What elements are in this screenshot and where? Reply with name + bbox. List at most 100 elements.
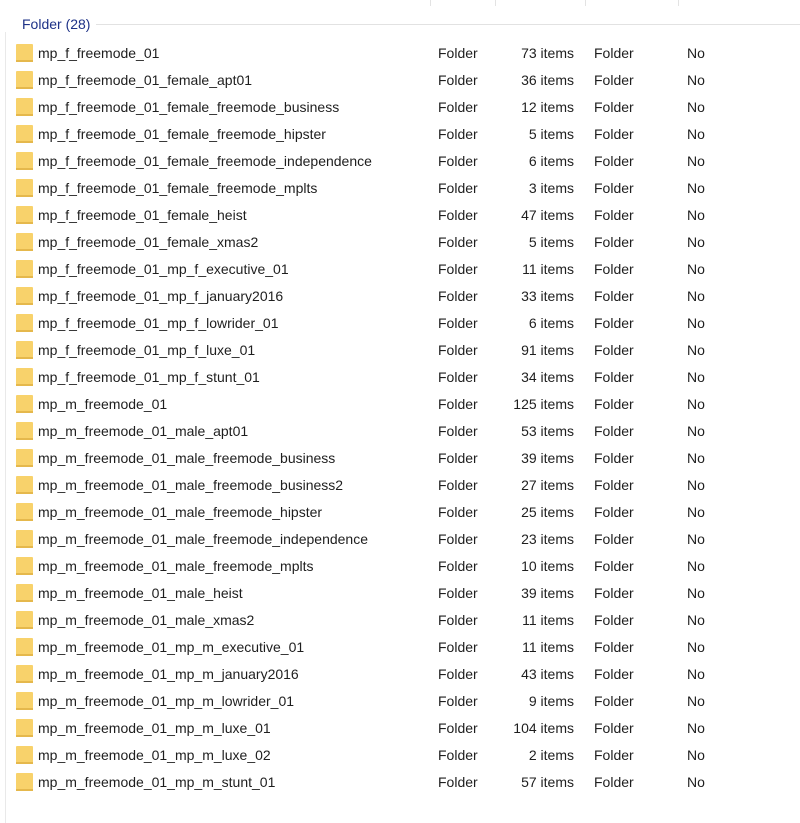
file-kind: Folder (594, 315, 634, 331)
file-type: Folder (438, 99, 478, 115)
file-flag: No (687, 369, 705, 385)
file-flag: No (687, 207, 705, 223)
file-size: 34 items (521, 369, 574, 385)
file-row[interactable]: mp_m_freemode_01_mp_m_stunt_01 Folder 57 i… (0, 769, 800, 796)
file-name: mp_m_freemode_01_mp_m_luxe_01 (38, 720, 271, 736)
file-name: mp_m_freemode_01_male_xmas2 (38, 612, 255, 628)
file-name: mp_f_freemode_01_mp_f_executive_01 (38, 261, 289, 277)
file-row[interactable]: mp_f_freemode_01_female_freemode_indepen… (0, 148, 800, 175)
file-kind: Folder (594, 720, 634, 736)
file-name: mp_f_freemode_01_female_heist (38, 207, 247, 223)
file-name: mp_f_freemode_01_mp_f_january2016 (38, 288, 284, 304)
file-row[interactable]: mp_m_freemode_01_male_xmas2 Folder 11 item… (0, 607, 800, 634)
file-flag: No (687, 45, 705, 61)
file-flag: No (687, 72, 705, 88)
folder-icon (16, 503, 33, 521)
file-row[interactable]: mp_m_freemode_01_male_freemode_independe… (0, 526, 800, 553)
file-size: 125 items (513, 396, 574, 412)
file-row[interactable]: mp_m_freemode_01_mp_m_luxe_01 Folder 104 i… (0, 715, 800, 742)
file-row[interactable]: mp_m_freemode_01_mp_m_executive_01 Folder… (0, 634, 800, 661)
file-row[interactable]: mp_m_freemode_01_male_freemode_hipster Fo… (0, 499, 800, 526)
file-row[interactable]: mp_f_freemode_01_female_apt01 Folder 36 it… (0, 67, 800, 94)
file-row[interactable]: mp_m_freemode_01_mp_m_january2016 Folder 4… (0, 661, 800, 688)
file-row[interactable]: mp_m_freemode_01_male_apt01 Folder 53 item… (0, 418, 800, 445)
file-row[interactable]: mp_m_freemode_01_male_freemode_business2… (0, 472, 800, 499)
file-name: mp_f_freemode_01_female_freemode_mplts (38, 180, 318, 196)
file-type: Folder (438, 504, 478, 520)
file-flag: No (687, 693, 705, 709)
file-size: 3 items (528, 180, 574, 196)
file-row[interactable]: mp_f_freemode_01_mp_f_stunt_01 Folder 34 i… (0, 364, 800, 391)
folder-icon (16, 665, 33, 683)
file-name: mp_m_freemode_01_male_freemode_business2 (38, 477, 344, 493)
file-type: Folder (438, 477, 478, 493)
file-row[interactable]: mp_f_freemode_01_mp_f_executive_01 Folder… (0, 256, 800, 283)
file-kind: Folder (594, 207, 634, 223)
column-divider[interactable] (495, 0, 496, 6)
group-header-folder[interactable]: Folder (28) (0, 13, 800, 35)
file-flag: No (687, 558, 705, 574)
file-size: 11 items (522, 639, 574, 655)
file-type: Folder (438, 369, 478, 385)
file-row[interactable]: mp_m_freemode_01_mp_m_lowrider_01 Folder 9… (0, 688, 800, 715)
folder-icon (16, 341, 33, 359)
file-kind: Folder (594, 396, 634, 412)
file-row[interactable]: mp_f_freemode_01_mp_f_lowrider_01 Folder 6… (0, 310, 800, 337)
file-name: mp_f_freemode_01_mp_f_lowrider_01 (38, 315, 279, 331)
column-divider[interactable] (430, 0, 431, 6)
file-type: Folder (438, 666, 478, 682)
file-row[interactable]: mp_f_freemode_01 Folder 73 items Folder No (0, 40, 800, 67)
file-row[interactable]: mp_f_freemode_01_female_freemode_mplts Fo… (0, 175, 800, 202)
folder-icon (16, 233, 33, 251)
file-row[interactable]: mp_m_freemode_01_mp_m_luxe_02 Folder 2 ite… (0, 742, 800, 769)
folder-icon (16, 719, 33, 737)
file-type: Folder (438, 531, 478, 547)
file-row[interactable]: mp_m_freemode_01_male_freemode_business F… (0, 445, 800, 472)
folder-icon (16, 368, 33, 386)
file-name: mp_f_freemode_01 (38, 45, 160, 61)
column-divider[interactable] (585, 0, 586, 6)
file-type: Folder (438, 720, 478, 736)
file-row[interactable]: mp_f_freemode_01_female_freemode_hipster… (0, 121, 800, 148)
file-flag: No (687, 585, 705, 601)
group-title[interactable]: Folder (28) (22, 16, 90, 32)
file-flag: No (687, 288, 705, 304)
file-size: 5 items (528, 234, 574, 250)
file-kind: Folder (594, 261, 634, 277)
file-kind: Folder (594, 45, 634, 61)
folder-icon (16, 260, 33, 278)
file-row[interactable]: mp_f_freemode_01_mp_f_luxe_01 Folder 91 it… (0, 337, 800, 364)
file-row[interactable]: mp_f_freemode_01_mp_f_january2016 Folder 3… (0, 283, 800, 310)
file-name: mp_f_freemode_01_female_freemode_indepen… (38, 153, 372, 169)
folder-icon (16, 125, 33, 143)
file-size: 23 items (521, 531, 574, 547)
file-name: mp_m_freemode_01_male_freemode_independe… (38, 531, 369, 547)
file-type: Folder (438, 585, 478, 601)
file-type: Folder (438, 693, 478, 709)
file-flag: No (687, 315, 705, 331)
file-row[interactable]: mp_m_freemode_01_male_freemode_mplts Fold… (0, 553, 800, 580)
file-name: mp_m_freemode_01_male_freemode_hipster (38, 504, 323, 520)
file-flag: No (687, 666, 705, 682)
file-kind: Folder (594, 342, 634, 358)
file-row[interactable]: mp_f_freemode_01_female_xmas2 Folder 5 ite… (0, 229, 800, 256)
file-kind: Folder (594, 288, 634, 304)
file-type: Folder (438, 639, 478, 655)
folder-icon (16, 44, 33, 62)
column-divider[interactable] (678, 0, 679, 6)
file-kind: Folder (594, 126, 634, 142)
folder-icon (16, 476, 33, 494)
file-size: 39 items (521, 585, 574, 601)
file-name: mp_m_freemode_01_male_freemode_mplts (38, 558, 314, 574)
file-kind: Folder (594, 234, 634, 250)
file-size: 57 items (521, 774, 574, 790)
file-name: mp_m_freemode_01_mp_m_stunt_01 (38, 774, 276, 790)
file-row[interactable]: mp_f_freemode_01_female_heist Folder 47 it… (0, 202, 800, 229)
file-row[interactable]: mp_f_freemode_01_female_freemode_busines… (0, 94, 800, 121)
file-size: 2 items (528, 747, 574, 763)
file-type: Folder (438, 153, 478, 169)
file-flag: No (687, 396, 705, 412)
file-type: Folder (438, 342, 478, 358)
file-row[interactable]: mp_m_freemode_01 Folder 125 items Folder No (0, 391, 800, 418)
file-row[interactable]: mp_m_freemode_01_male_heist Folder 39 item… (0, 580, 800, 607)
